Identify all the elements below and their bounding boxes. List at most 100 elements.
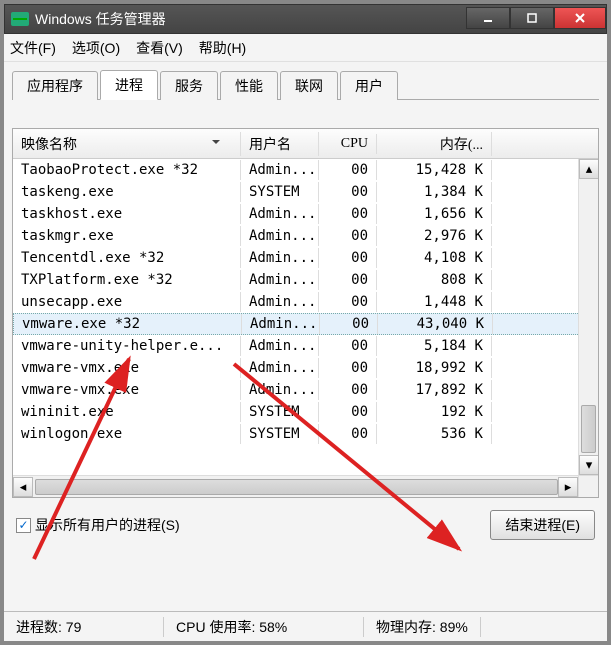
cell-user: Admin... xyxy=(241,160,319,180)
status-cpu-usage: CPU 使用率: 58% xyxy=(164,617,364,637)
cell-user: Admin... xyxy=(241,336,319,356)
column-header-cpu[interactable]: CPU xyxy=(319,134,377,154)
cell-cpu: 00 xyxy=(319,160,377,180)
menu-file[interactable]: 文件(F) xyxy=(10,38,56,58)
tab-performance[interactable]: 性能 xyxy=(220,71,278,100)
cell-memory: 18,992 K xyxy=(377,358,492,378)
cell-name: vmware-unity-helper.e... xyxy=(13,336,241,356)
task-manager-window: Windows 任务管理器 文件(F) 选项(O) 查看(V) 帮助(H) 应用… xyxy=(4,4,607,641)
app-icon xyxy=(11,12,29,26)
table-row[interactable]: taskhost.exeAdmin...001,656 K xyxy=(13,203,598,225)
table-row[interactable]: wininit.exeSYSTEM00192 K xyxy=(13,401,598,423)
cell-user: Admin... xyxy=(242,314,320,334)
table-row[interactable]: taskeng.exeSYSTEM001,384 K xyxy=(13,181,598,203)
cell-memory: 43,040 K xyxy=(378,314,493,334)
cell-memory: 4,108 K xyxy=(377,248,492,268)
cell-memory: 2,976 K xyxy=(377,226,492,246)
cell-name: vmware-vmx.exe xyxy=(13,380,241,400)
maximize-button[interactable] xyxy=(510,7,554,29)
scroll-thumb-horizontal[interactable] xyxy=(35,479,558,495)
cell-name: taskhost.exe xyxy=(13,204,241,224)
table-row[interactable]: TXPlatform.exe *32Admin...00808 K xyxy=(13,269,598,291)
cell-cpu: 00 xyxy=(319,402,377,422)
cell-memory: 5,184 K xyxy=(377,336,492,356)
tab-applications[interactable]: 应用程序 xyxy=(12,71,98,100)
tab-services[interactable]: 服务 xyxy=(160,71,218,100)
cell-memory: 1,656 K xyxy=(377,204,492,224)
table-row[interactable]: vmware-vmx.exeAdmin...0017,892 K xyxy=(13,379,598,401)
scroll-up-icon[interactable]: ▴ xyxy=(579,159,599,179)
table-row[interactable]: Tencentdl.exe *32Admin...004,108 K xyxy=(13,247,598,269)
table-row[interactable]: vmware-vmx.exeAdmin...0018,992 K xyxy=(13,357,598,379)
end-process-button[interactable]: 结束进程(E) xyxy=(490,510,595,540)
vertical-scrollbar[interactable]: ▴ ▾ xyxy=(578,159,598,475)
table-row[interactable]: TaobaoProtect.exe *32Admin...0015,428 K xyxy=(13,159,598,181)
cell-name: wininit.exe xyxy=(13,402,241,422)
column-header-memory[interactable]: 内存(... xyxy=(377,132,492,156)
process-table: 映像名称 用户名 CPU 内存(... TaobaoProtect.exe *3… xyxy=(12,128,599,498)
cell-memory: 808 K xyxy=(377,270,492,290)
column-header-name[interactable]: 映像名称 xyxy=(13,132,241,156)
status-physical-memory: 物理内存: 89% xyxy=(364,617,481,637)
titlebar[interactable]: Windows 任务管理器 xyxy=(4,4,607,34)
cell-user: Admin... xyxy=(241,380,319,400)
tab-networking[interactable]: 联网 xyxy=(280,71,338,100)
show-all-users-label: 显示所有用户的进程(S) xyxy=(35,515,180,535)
status-process-count: 进程数: 79 xyxy=(4,617,164,637)
cell-cpu: 00 xyxy=(319,226,377,246)
cell-name: taskeng.exe xyxy=(13,182,241,202)
tab-strip: 应用程序 进程 服务 性能 联网 用户 xyxy=(12,70,599,100)
cell-name: TXPlatform.exe *32 xyxy=(13,270,241,290)
scroll-corner xyxy=(578,475,598,497)
horizontal-scrollbar[interactable]: ◂ ▸ xyxy=(13,475,578,497)
cell-name: vmware-vmx.exe xyxy=(13,358,241,378)
scroll-thumb-vertical[interactable] xyxy=(581,405,596,453)
cell-user: Admin... xyxy=(241,204,319,224)
table-row[interactable]: vmware-unity-helper.e...Admin...005,184 … xyxy=(13,335,598,357)
table-row[interactable]: vmware.exe *32Admin...0043,040 K xyxy=(13,313,598,335)
cell-memory: 1,448 K xyxy=(377,292,492,312)
cell-cpu: 00 xyxy=(319,204,377,224)
cell-name: winlogon.exe xyxy=(13,424,241,444)
cell-user: SYSTEM xyxy=(241,402,319,422)
cell-user: Admin... xyxy=(241,226,319,246)
show-all-users-checkbox[interactable]: ✓ 显示所有用户的进程(S) xyxy=(16,515,180,535)
cell-user: SYSTEM xyxy=(241,182,319,202)
menu-help[interactable]: 帮助(H) xyxy=(199,38,246,58)
cell-cpu: 00 xyxy=(319,248,377,268)
tab-users[interactable]: 用户 xyxy=(340,71,398,100)
cell-user: Admin... xyxy=(241,292,319,312)
menu-options[interactable]: 选项(O) xyxy=(72,38,120,58)
cell-cpu: 00 xyxy=(319,270,377,290)
scroll-left-icon[interactable]: ◂ xyxy=(13,477,33,497)
cell-memory: 1,384 K xyxy=(377,182,492,202)
close-button[interactable] xyxy=(554,7,606,29)
minimize-button[interactable] xyxy=(466,7,510,29)
cell-memory: 192 K xyxy=(377,402,492,422)
cell-cpu: 00 xyxy=(319,336,377,356)
cell-cpu: 00 xyxy=(319,424,377,444)
cell-user: Admin... xyxy=(241,358,319,378)
column-header-user[interactable]: 用户名 xyxy=(241,132,319,156)
checkbox-icon[interactable]: ✓ xyxy=(16,518,31,533)
cell-memory: 536 K xyxy=(377,424,492,444)
cell-user: Admin... xyxy=(241,270,319,290)
scroll-down-icon[interactable]: ▾ xyxy=(579,455,599,475)
cell-user: SYSTEM xyxy=(241,424,319,444)
table-row[interactable]: unsecapp.exeAdmin...001,448 K xyxy=(13,291,598,313)
cell-cpu: 00 xyxy=(319,182,377,202)
window-title: Windows 任务管理器 xyxy=(35,9,466,29)
scroll-right-icon[interactable]: ▸ xyxy=(558,477,578,497)
table-row[interactable]: winlogon.exeSYSTEM00536 K xyxy=(13,423,598,445)
cell-memory: 15,428 K xyxy=(377,160,492,180)
cell-name: unsecapp.exe xyxy=(13,292,241,312)
menu-view[interactable]: 查看(V) xyxy=(136,38,183,58)
cell-name: TaobaoProtect.exe *32 xyxy=(13,160,241,180)
cell-cpu: 00 xyxy=(319,292,377,312)
cell-cpu: 00 xyxy=(319,380,377,400)
tab-processes[interactable]: 进程 xyxy=(100,70,158,100)
table-row[interactable]: taskmgr.exeAdmin...002,976 K xyxy=(13,225,598,247)
status-bar: 进程数: 79 CPU 使用率: 58% 物理内存: 89% xyxy=(4,611,607,641)
menubar: 文件(F) 选项(O) 查看(V) 帮助(H) xyxy=(4,34,607,62)
cell-user: Admin... xyxy=(241,248,319,268)
